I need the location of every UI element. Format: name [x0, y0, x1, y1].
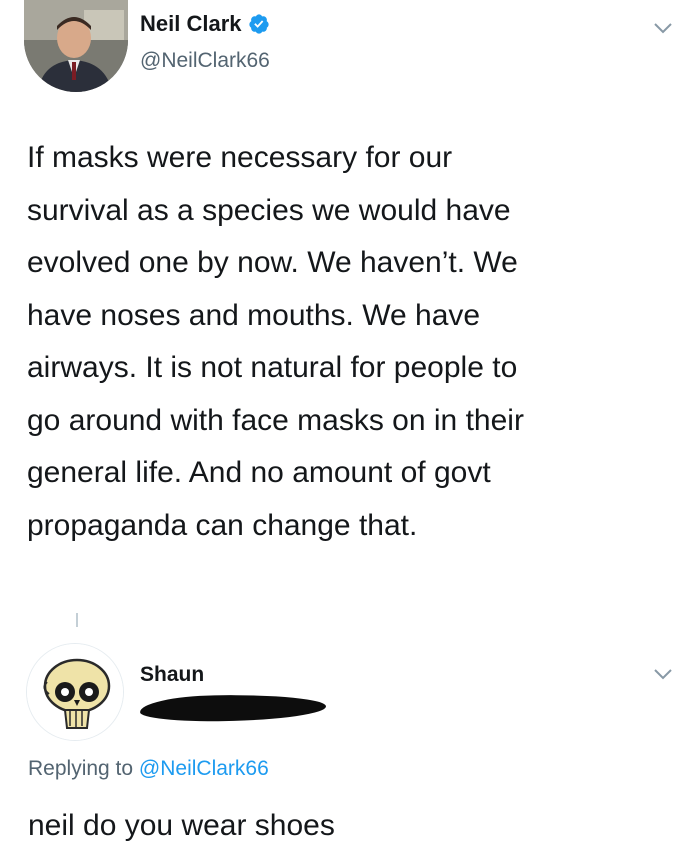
reply-author-name[interactable]: Shaun — [140, 662, 204, 688]
replying-to-line: Replying to @NeilClark66 — [28, 756, 269, 782]
author-avatar[interactable] — [24, 0, 128, 92]
thread-connector — [76, 613, 78, 627]
replying-prefix: Replying to — [28, 757, 139, 780]
chevron-down-icon[interactable] — [653, 22, 673, 34]
reply-text: neil do you wear shoes — [28, 809, 335, 842]
replying-mention-link[interactable]: @NeilClark66 — [139, 757, 269, 780]
redacted-handle — [139, 693, 327, 723]
verified-badge-icon — [248, 14, 269, 34]
tweet-text: If masks were necessary for our survival… — [27, 141, 524, 542]
author-handle[interactable]: @NeilClark66 — [140, 48, 270, 74]
original-tweet[interactable]: Neil Clark @NeilClark66 If masks were ne… — [0, 0, 700, 640]
reply-avatar[interactable] — [26, 643, 124, 741]
author-name[interactable]: Neil Clark — [140, 10, 242, 38]
chevron-down-icon[interactable] — [653, 668, 673, 680]
